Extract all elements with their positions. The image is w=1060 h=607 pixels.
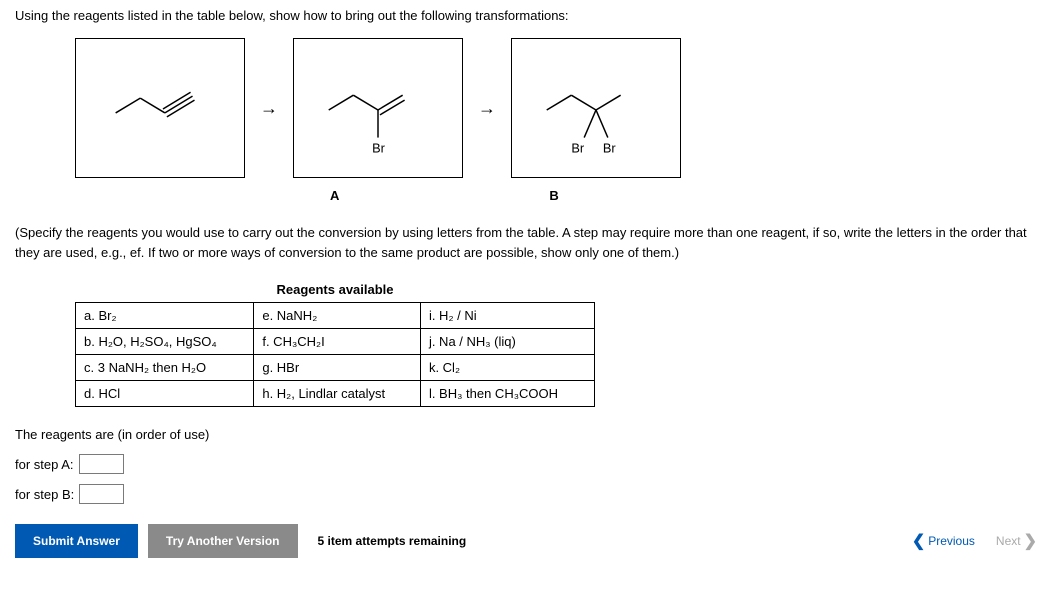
svg-text:Br: Br (372, 140, 386, 155)
reagent-cell: j. Na / NH₃ (liq) (420, 329, 594, 355)
nav-buttons: ❮ Previous Next ❯ (904, 526, 1045, 556)
reagent-cell: d. HCl (76, 381, 254, 407)
structure-3: Br Br (511, 38, 681, 178)
table-title: Reagents available (75, 282, 595, 297)
next-button[interactable]: Next ❯ (988, 526, 1045, 556)
structures-row: → Br → Br Br (75, 38, 1045, 178)
previous-button[interactable]: ❮ Previous (904, 526, 983, 556)
instruction-note: (Specify the reagents you would use to c… (15, 223, 1045, 262)
reagent-cell: i. H₂ / Ni (420, 303, 594, 329)
structure-2: Br (293, 38, 463, 178)
vinyl-bromide-structure-icon: Br (294, 39, 462, 177)
table-row: a. Br₂ e. NaNH₂ i. H₂ / Ni (76, 303, 595, 329)
next-label: Next (996, 534, 1021, 548)
step-a-input-label: for step A: (15, 457, 74, 472)
arrow-2-icon: → (478, 98, 496, 119)
answer-intro: The reagents are (in order of use) (15, 427, 1045, 442)
chevron-right-icon: ❯ (1024, 531, 1037, 551)
step-labels-row: A B (75, 188, 1045, 203)
step-a-label: A (330, 188, 339, 203)
step-b-input[interactable] (79, 484, 124, 504)
answer-row-a: for step A: (15, 454, 1045, 474)
geminal-dibromide-structure-icon: Br Br (512, 39, 680, 177)
attempts-remaining: 5 item attempts remaining (318, 534, 467, 548)
reagent-cell: e. NaNH₂ (254, 303, 421, 329)
answer-section: The reagents are (in order of use) for s… (15, 427, 1045, 504)
reagent-cell: h. H₂, Lindlar catalyst (254, 381, 421, 407)
arrow-1-icon: → (260, 98, 278, 119)
submit-answer-button[interactable]: Submit Answer (15, 524, 138, 558)
alkyne-structure-icon (76, 39, 244, 177)
reagents-table-wrap: Reagents available a. Br₂ e. NaNH₂ i. H₂… (75, 282, 1045, 407)
step-a-input[interactable] (79, 454, 124, 474)
chevron-left-icon: ❮ (912, 531, 925, 551)
reagent-cell: k. Cl₂ (420, 355, 594, 381)
button-row: Submit Answer Try Another Version 5 item… (15, 524, 1045, 558)
try-another-version-button[interactable]: Try Another Version (148, 524, 298, 558)
reagent-cell: b. H₂O, H₂SO₄, HgSO₄ (76, 329, 254, 355)
table-row: b. H₂O, H₂SO₄, HgSO₄ f. CH₃CH₂I j. Na / … (76, 329, 595, 355)
svg-text:Br: Br (603, 140, 617, 155)
answer-row-b: for step B: (15, 484, 1045, 504)
intro-text: Using the reagents listed in the table b… (15, 8, 1045, 23)
reagent-cell: l. BH₃ then CH₃COOH (420, 381, 594, 407)
previous-label: Previous (928, 534, 975, 548)
table-row: d. HCl h. H₂, Lindlar catalyst l. BH₃ th… (76, 381, 595, 407)
step-b-label: B (549, 188, 558, 203)
reagent-cell: f. CH₃CH₂I (254, 329, 421, 355)
reagent-cell: a. Br₂ (76, 303, 254, 329)
reagents-table: a. Br₂ e. NaNH₂ i. H₂ / Ni b. H₂O, H₂SO₄… (75, 302, 595, 407)
reagent-cell: g. HBr (254, 355, 421, 381)
table-row: c. 3 NaNH₂ then H₂O g. HBr k. Cl₂ (76, 355, 595, 381)
step-b-input-label: for step B: (15, 487, 74, 502)
svg-text:Br: Br (571, 140, 585, 155)
structure-1 (75, 38, 245, 178)
reagent-cell: c. 3 NaNH₂ then H₂O (76, 355, 254, 381)
